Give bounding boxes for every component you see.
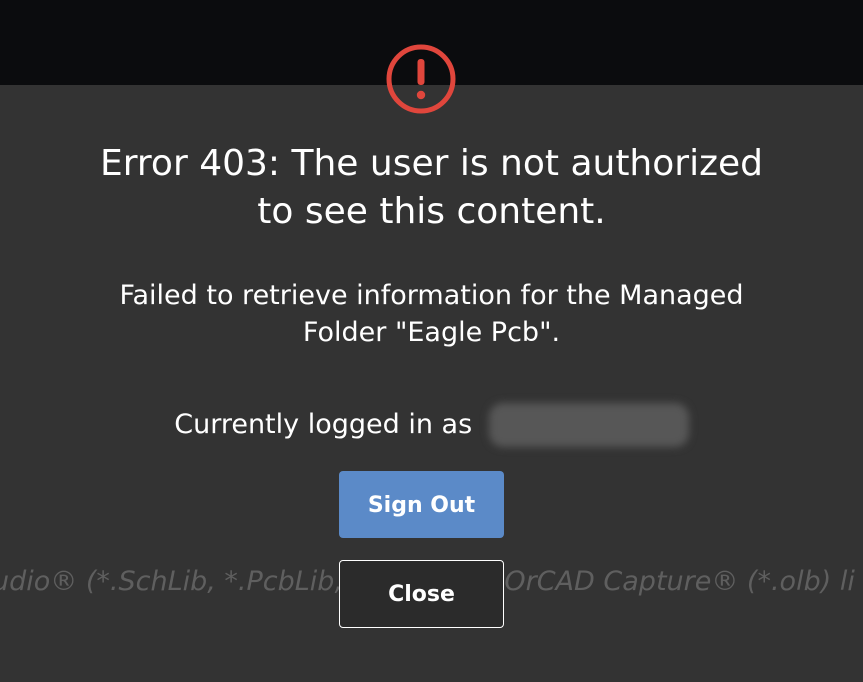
error-message: Failed to retrieve information for the M…: [30, 277, 833, 351]
error-exclamation-icon: [386, 44, 456, 114]
error-title-line2: to see this content.: [257, 191, 606, 232]
error-title: Error 403: The user is not authorized to…: [30, 140, 833, 236]
logged-in-label: Currently logged in as: [174, 409, 473, 440]
error-message-line1: Failed to retrieve information for the M…: [119, 280, 744, 311]
logged-in-status: Currently logged in as: [0, 403, 863, 447]
error-message-line2: Folder "Eagle Pcb".: [302, 317, 561, 348]
redacted-username: [488, 403, 689, 447]
error-title-line1: Error 403: The user is not authorized: [100, 143, 763, 184]
close-button[interactable]: Close: [339, 560, 504, 628]
error-dialog: Error 403: The user is not authorized to…: [0, 0, 863, 682]
sign-out-button[interactable]: Sign Out: [339, 471, 504, 538]
